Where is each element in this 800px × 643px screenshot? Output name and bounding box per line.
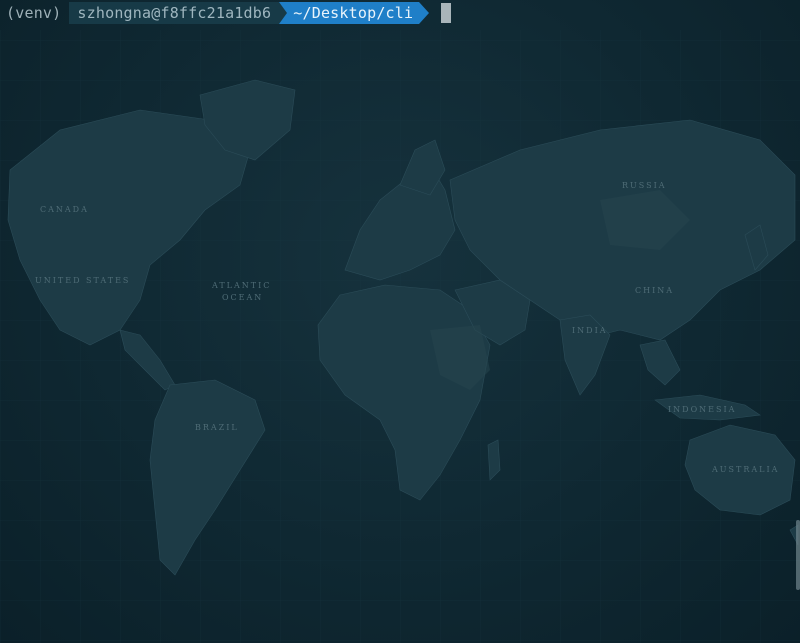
terminal-window[interactable]: CANADA UNITED STATES ATLANTIC OCEAN RUSS… xyxy=(0,0,800,643)
scrollbar[interactable] xyxy=(796,520,800,590)
current-directory-segment: ~/Desktop/cli xyxy=(279,2,430,24)
shell-prompt[interactable]: (venv) szhongna@f8ffc21a1db6 ~/Desktop/c… xyxy=(0,2,452,24)
user-host-segment: szhongna@f8ffc21a1db6 xyxy=(69,2,280,24)
map-label-indonesia: INDONESIA xyxy=(668,405,736,414)
map-label-atlantic: ATLANTIC xyxy=(211,281,271,290)
text-cursor[interactable] xyxy=(441,3,452,23)
map-label-china: CHINA xyxy=(635,286,674,295)
map-label-india: INDIA xyxy=(572,326,608,335)
map-label-brazil: BRAZIL xyxy=(195,423,239,432)
world-map-wallpaper: CANADA UNITED STATES ATLANTIC OCEAN RUSS… xyxy=(0,30,800,643)
venv-indicator: (venv) xyxy=(6,4,62,22)
map-label-russia: RUSSIA xyxy=(622,181,667,190)
map-label-australia: AUSTRALIA xyxy=(711,465,779,474)
map-label-united-states: UNITED STATES xyxy=(35,276,130,285)
map-label-ocean: OCEAN xyxy=(222,293,263,302)
map-label-canada: CANADA xyxy=(40,205,89,214)
